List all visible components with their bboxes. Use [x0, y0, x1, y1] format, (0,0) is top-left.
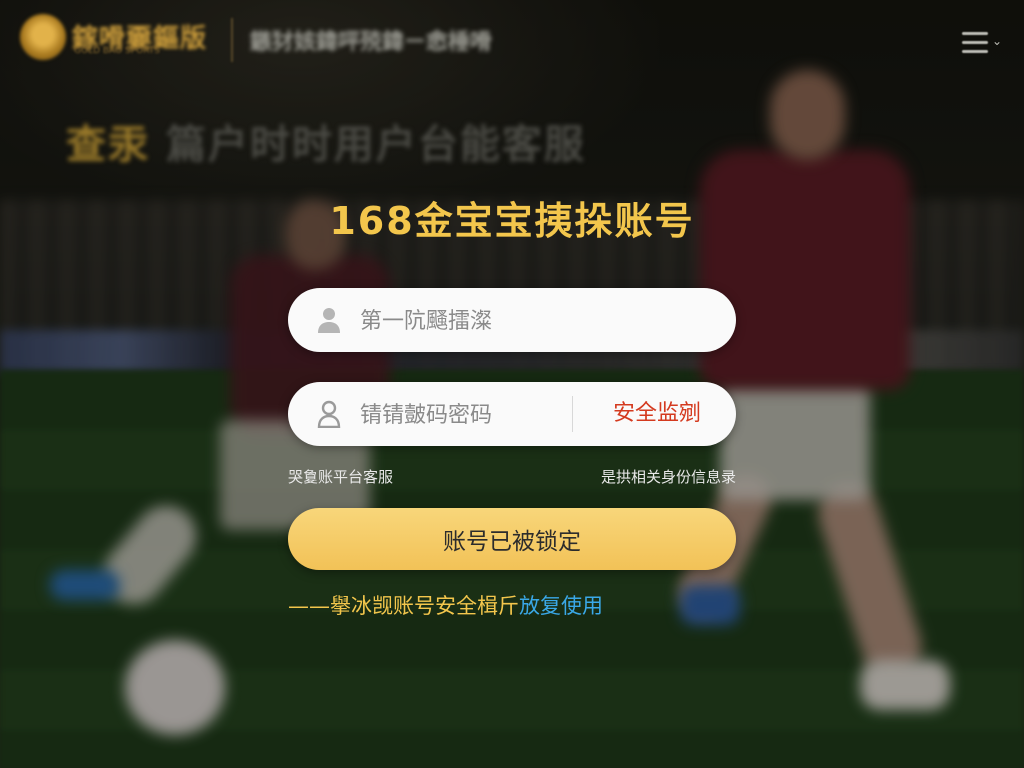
header-divider [231, 18, 233, 62]
helper-links: 哭敻账平台客服 是拱相关身份信息录 [288, 466, 736, 490]
logo-subtext: GOLD BAO SPORTS [74, 46, 161, 56]
chevron-down-icon: ⌄ [992, 34, 1003, 48]
header-tagline: 鏃犲姟鍏呯殑鍏ㄧ悆棰嗗 [250, 30, 493, 55]
recovery-hint-text: ——擧冰觊账号安全楫斤 [288, 594, 519, 618]
banner-highlight: 查汞 [66, 122, 150, 168]
field-separator [572, 396, 573, 432]
identity-login-link[interactable]: 是拱相关身份信息录 [601, 466, 736, 487]
code-input[interactable] [358, 382, 562, 448]
promo-banner: 查汞 篇户时时用户台能客服 [66, 112, 586, 170]
contact-service-link[interactable]: 哭敻账平台客服 [288, 466, 393, 487]
username-input[interactable] [358, 288, 712, 354]
code-field: 安全监剜 [288, 382, 736, 448]
page-title: 168金宝宝挗挆账号 [329, 199, 695, 243]
header: 鎵嗗嫑鏂版 GOLD BAO SPORTS 鏃犲姟鍏呯殑鍏ㄧ悆棰嗗 ⌄ [0, 0, 1024, 80]
banner-text: 篇户时时用户台能客服 [165, 122, 586, 168]
restore-use-link[interactable]: 放复使用 [519, 594, 603, 618]
user-outline-icon [317, 400, 341, 428]
recovery-hint: ——擧冰觊账号安全楫斤放复使用 [288, 590, 736, 620]
user-icon [318, 308, 340, 333]
get-code-button[interactable]: 安全监剜 [578, 382, 736, 446]
logo-emblem[interactable] [20, 14, 66, 60]
submit-button[interactable]: 账号已被锁定 [288, 508, 736, 570]
menu-icon[interactable]: ⌄ [962, 30, 1002, 54]
username-field [288, 288, 736, 354]
